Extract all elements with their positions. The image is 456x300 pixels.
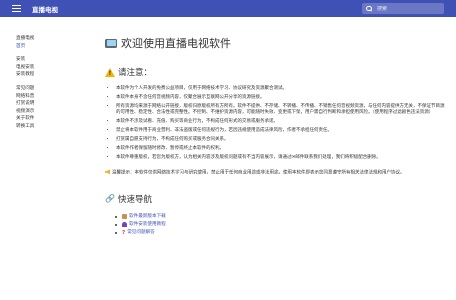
quicknav-item-tutorial[interactable]: 软件安装使用教程 xyxy=(115,221,445,229)
quicknav-list: 软件最新版本下载 软件安装使用教程 ? 常见问题解答 xyxy=(105,213,445,238)
sidebar-item-install[interactable]: 安装 xyxy=(16,56,90,64)
quicknav-heading-text: 快速导航 xyxy=(117,194,152,205)
quicknav-link[interactable]: 软件最新版本下载 xyxy=(129,213,166,221)
search-input[interactable] xyxy=(377,5,437,12)
notice-item: 所有资源均来源于网络公开链接，版权归原版权所有方所有。软件不提供、不存储、不转播… xyxy=(116,104,445,117)
quicknav-heading: 🔗 快速导航 xyxy=(105,193,445,205)
notice-item: 本软件作者保留随时修改、暂停或终止本软件的权利。 xyxy=(116,146,445,153)
quicknav-link[interactable]: 常见问题解答 xyxy=(127,229,155,237)
sidebar-item-donation[interactable]: 打赏说明 xyxy=(16,100,90,108)
link-icon: 🔗 xyxy=(105,194,115,204)
warning-icon xyxy=(105,67,115,77)
sidebar-group-faq: 常见问题 网络科普 打赏说明 视频演示 关于软件 转换工具 xyxy=(16,85,90,131)
page-title: 欢迎使用直播电视软件 xyxy=(105,35,445,51)
notice-heading: 请注意： xyxy=(105,66,445,78)
sidebar-item-video-demo[interactable]: 视频演示 xyxy=(16,108,90,116)
sidebar-group-home: 直播电视 首页 xyxy=(16,35,90,50)
notice-item: 本软件不涉及试看、充值、购买等商业行为，不构成任何形式的交易或服务承诺。 xyxy=(116,119,445,126)
quicknav-link[interactable]: 软件安装使用教程 xyxy=(129,221,166,229)
sidebar-item-tv-install[interactable]: 电视安装 xyxy=(16,64,90,72)
search-icon xyxy=(366,5,372,12)
sidebar-item-about[interactable]: 关于软件 xyxy=(16,115,90,123)
menu-icon[interactable] xyxy=(12,5,21,12)
notice-item: 本软件本身不含任何音视频内容，仅聚合展示互联网公开分享的资源链接。 xyxy=(116,95,445,102)
top-app-bar: 直播电视 xyxy=(0,0,456,17)
tip-note: 温馨提示：本软件仅供网络技术学习与研究使用，禁止用于任何商业用途或非法用途。使用… xyxy=(105,169,445,177)
sidebar-item-faq[interactable]: 常见问题 xyxy=(16,85,90,93)
notice-item: 本软件为个人开发的免费公益项目，仅用于网络技术学习、协议研究及资源聚合测试。 xyxy=(116,86,445,93)
notice-item: 本软件尊重版权，若您为版权方，认为相关内容涉及版权问题或有不当内容展示，请通过✉… xyxy=(116,155,445,162)
quicknav-item-faq[interactable]: ? 常见问题解答 xyxy=(115,229,445,237)
notice-heading-text: 请注意： xyxy=(118,68,153,78)
sidebar-group-install: 安装 电视安装 安装教程 xyxy=(16,56,90,79)
sidebar-item-converter[interactable]: 转换工具 xyxy=(16,123,90,131)
speaker-icon xyxy=(105,169,110,175)
sidebar-item-install-tutorial[interactable]: 安装教程 xyxy=(16,71,90,79)
package-icon xyxy=(122,214,127,220)
question-icon: ? xyxy=(122,229,126,236)
rocket-icon xyxy=(122,222,127,228)
sidebar-item-home[interactable]: 首页 xyxy=(16,43,90,51)
notice-item: 打赏属自愿支持行为，不构成任何购买或服务合同关系。 xyxy=(116,137,445,144)
notice-list: 本软件为个人开发的免费公益项目，仅用于网络技术学习、协议研究及资源聚合测试。 本… xyxy=(105,86,445,161)
quicknav-item-download[interactable]: 软件最新版本下载 xyxy=(115,213,445,221)
tip-text: 温馨提示：本软件仅供网络技术学习与研究使用，禁止用于任何商业用途或非法用途。使用… xyxy=(112,170,405,176)
sidebar-item-live-tv[interactable]: 直播电视 xyxy=(16,35,90,43)
television-icon xyxy=(105,38,117,48)
page-title-text: 欢迎使用直播电视软件 xyxy=(121,37,231,50)
sidebar-item-network-science[interactable]: 网络科普 xyxy=(16,93,90,101)
search-box[interactable] xyxy=(362,3,444,14)
site-title[interactable]: 直播电视 xyxy=(32,4,58,14)
main-content: 欢迎使用直播电视软件 请注意： 本软件为个人开发的免费公益项目，仅用于网络技术学… xyxy=(105,17,445,300)
notice-item: 禁止将本软件用于商业营利、非法盗版或任何违规行为，若因违规使用造成法律风险，作者… xyxy=(116,128,445,135)
sidebar-nav: 直播电视 首页 安装 电视安装 安装教程 常见问题 网络科普 打赏说明 视频演示… xyxy=(0,17,90,300)
